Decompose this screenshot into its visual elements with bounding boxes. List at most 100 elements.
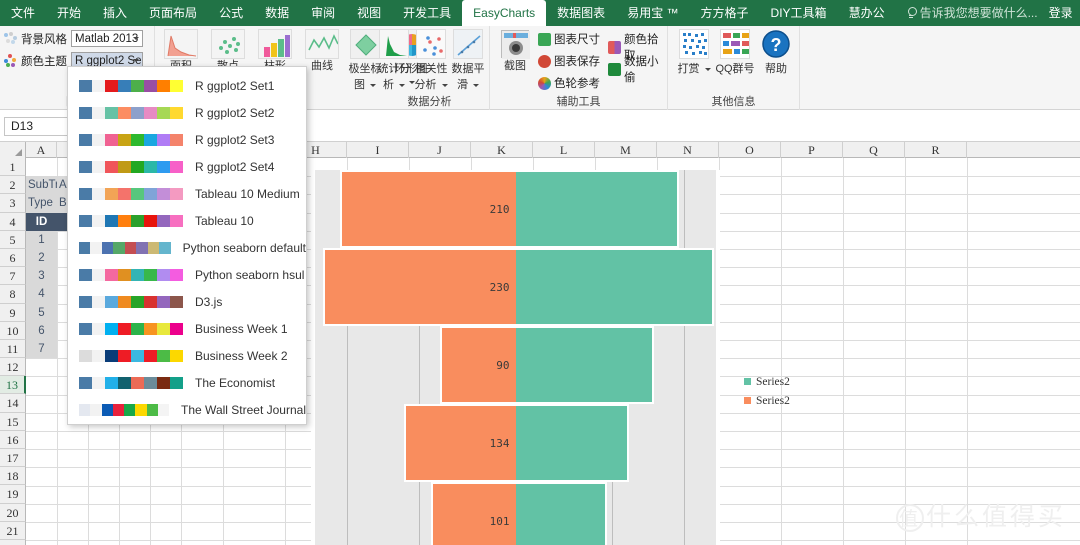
column-header-a[interactable]: A <box>26 142 57 158</box>
tool-data-thief[interactable]: 数据小偷 <box>608 53 667 85</box>
dropdown-item[interactable]: The Economist <box>68 369 306 396</box>
tab-insert[interactable]: 插入 <box>92 0 138 26</box>
cell-A6[interactable]: 2 <box>26 249 57 268</box>
row-header-3[interactable]: 3 <box>0 194 26 213</box>
chevron-down-icon[interactable] <box>473 83 480 87</box>
row-header-6[interactable]: 6 <box>0 248 26 268</box>
chevron-down-icon[interactable] <box>133 37 139 40</box>
chevron-down-icon[interactable] <box>441 83 448 87</box>
row-header-18[interactable]: 18 <box>0 467 26 486</box>
chart-bar-left[interactable] <box>403 404 516 482</box>
chart-bar-row[interactable]: 210 <box>315 170 716 248</box>
chart-bar-right[interactable] <box>515 170 680 248</box>
cell-A5[interactable]: 1 <box>26 230 57 249</box>
column-header-p[interactable]: P <box>781 142 843 158</box>
row-header-14[interactable]: 14 <box>0 394 26 413</box>
row-header-4[interactable]: 4 <box>0 212 26 231</box>
tab-diy-toolbox[interactable]: DIY工具箱 <box>760 0 838 26</box>
tab-view[interactable]: 视图 <box>346 0 392 26</box>
chart-bar-row[interactable]: 90 <box>315 326 716 404</box>
analysis-button-statistics[interactable]: 统计分析 <box>374 29 414 92</box>
cell-A11[interactable]: 7 <box>26 340 57 359</box>
row-header-10[interactable]: 10 <box>0 321 26 340</box>
tell-me-box[interactable]: 告诉我您想要做什么... <box>896 0 1049 26</box>
column-header-i[interactable]: I <box>347 142 409 158</box>
chart-bar-left[interactable] <box>323 248 516 326</box>
cell-A10[interactable]: 6 <box>26 321 57 340</box>
chart-bar-left[interactable] <box>340 170 516 248</box>
row-header-13[interactable]: 13 <box>0 376 26 395</box>
cell-A4[interactable]: ID <box>26 212 57 231</box>
chart-bar-row[interactable]: 230 <box>315 248 716 326</box>
legend-item[interactable]: Series2 <box>744 372 790 391</box>
column-header-q[interactable]: Q <box>843 142 905 158</box>
column-header-r[interactable]: R <box>905 142 967 158</box>
chart-bar-right[interactable] <box>515 482 608 545</box>
row-header-7[interactable]: 7 <box>0 267 26 286</box>
tool-chart-save[interactable]: 图表保存 <box>538 53 600 69</box>
cell-A3[interactable]: Type <box>26 194 57 213</box>
background-style-combo[interactable]: Matlab 2013 <box>71 30 143 47</box>
tab-page-layout[interactable]: 页面布局 <box>138 0 208 26</box>
help-button[interactable]: ? 帮助 <box>756 29 796 76</box>
tornado-chart[interactable]: 21023090134101132 <box>311 170 720 545</box>
dropdown-item[interactable]: Python seaborn hsul <box>68 261 306 288</box>
reward-button[interactable]: 打赏 <box>674 29 714 76</box>
dropdown-item[interactable]: Business Week 1 <box>68 315 306 342</box>
dropdown-item[interactable]: Python seaborn default <box>68 234 306 261</box>
screenshot-button[interactable]: 截图 <box>495 30 535 72</box>
analysis-button-smoothing[interactable]: 数据平滑 <box>448 29 488 92</box>
dropdown-item[interactable]: Business Week 2 <box>68 342 306 369</box>
column-header-k[interactable]: K <box>471 142 533 158</box>
chart-bar-row[interactable]: 134 <box>315 404 716 482</box>
dropdown-item[interactable]: R ggplot2 Set4 <box>68 153 306 180</box>
tab-formulas[interactable]: 公式 <box>208 0 254 26</box>
column-header-j[interactable]: J <box>409 142 471 158</box>
row-header-1[interactable]: 1 <box>0 158 26 177</box>
tab-data[interactable]: 数据 <box>254 0 300 26</box>
dropdown-item[interactable]: The Wall Street Journal <box>68 396 306 423</box>
tool-color-wheel[interactable]: 色轮参考 <box>538 75 600 91</box>
row-header-8[interactable]: 8 <box>0 285 26 304</box>
dropdown-item[interactable]: Tableau 10 <box>68 207 306 234</box>
tab-fangfanggezi[interactable]: 方方格子 <box>690 0 760 26</box>
row-header-12[interactable]: 12 <box>0 358 26 377</box>
row-header-16[interactable]: 16 <box>0 430 26 449</box>
chevron-down-icon[interactable] <box>133 59 139 62</box>
column-header-l[interactable]: L <box>533 142 595 158</box>
qq-group-button[interactable]: QQ群号 <box>715 29 755 76</box>
dropdown-item[interactable]: R ggplot2 Set2 <box>68 99 306 126</box>
tab-yiyongbao[interactable]: 易用宝 ™ <box>616 0 689 26</box>
row-header-17[interactable]: 17 <box>0 449 26 468</box>
row-header-15[interactable]: 15 <box>0 412 26 431</box>
row-header-22[interactable]: 22 <box>0 539 26 545</box>
tab-file[interactable]: 文件 <box>0 0 46 26</box>
dropdown-item[interactable]: Tableau 10 Medium <box>68 180 306 207</box>
chevron-down-icon[interactable] <box>399 83 406 87</box>
select-all-corner[interactable] <box>0 142 26 158</box>
tab-easycharts[interactable]: EasyCharts <box>462 0 547 26</box>
dropdown-item[interactable]: D3.js <box>68 288 306 315</box>
chart-bar-right[interactable] <box>515 248 715 326</box>
row-header-19[interactable]: 19 <box>0 485 26 504</box>
tool-chart-size[interactable]: 图表尺寸 <box>538 31 600 47</box>
tab-data-charts[interactable]: 数据图表 <box>546 0 616 26</box>
row-header-5[interactable]: 5 <box>0 230 26 249</box>
chart-bar-right[interactable] <box>515 326 655 404</box>
color-theme-dropdown[interactable]: R ggplot2 Set1 R ggplot2 Set2 R ggplot2 Se… <box>67 66 307 425</box>
column-header-m[interactable]: M <box>595 142 657 158</box>
row-header-20[interactable]: 20 <box>0 503 26 522</box>
row-header-2[interactable]: 2 <box>0 176 26 195</box>
tab-home[interactable]: 开始 <box>46 0 92 26</box>
chart-bar-left[interactable] <box>431 482 516 545</box>
cell-A8[interactable]: 4 <box>26 285 57 304</box>
sign-in-link[interactable]: 登录 <box>1049 0 1073 26</box>
cell-A9[interactable]: 5 <box>26 303 57 322</box>
column-header-o[interactable]: O <box>719 142 781 158</box>
cell-A2[interactable]: SubTr <box>26 176 57 195</box>
tab-developer[interactable]: 开发工具 <box>392 0 462 26</box>
tab-huibangong[interactable]: 慧办公 <box>838 0 896 26</box>
chevron-down-icon[interactable] <box>704 67 711 71</box>
tab-review[interactable]: 审阅 <box>300 0 346 26</box>
chart-bar-row[interactable]: 101 <box>315 482 716 545</box>
